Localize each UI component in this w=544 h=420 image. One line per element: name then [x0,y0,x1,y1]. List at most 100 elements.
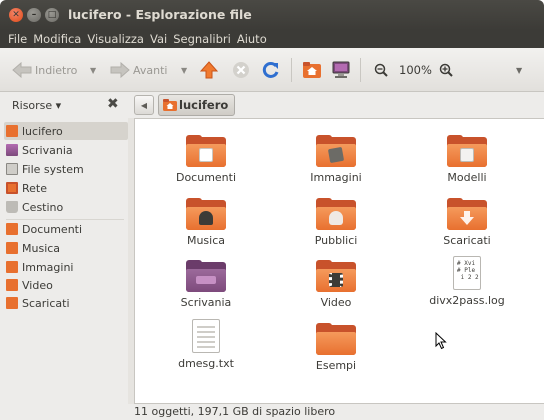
chevron-down-icon: ▼ [90,65,97,75]
toolbar-separator [291,58,292,82]
sidepane-header: Risorse ▾ ✖ [0,92,130,118]
sidepane-selector[interactable]: Risorse ▾ [12,99,61,112]
close-icon: ✕ [12,9,20,20]
file-item-musica[interactable]: Musica [160,198,252,247]
maximize-window-button[interactable]: □ [45,8,59,22]
sidebar-item-label: Documenti [22,222,83,236]
computer-button[interactable] [331,60,351,80]
sidebar-item-label: Scaricati [22,296,70,310]
file-item-esempi[interactable]: Esempi [290,323,382,372]
path-left-button[interactable]: ◀ [134,95,154,115]
documents-folder-icon [186,135,226,167]
video-folder-icon [316,260,356,292]
menu-bar: File Modifica Visualizza Vai Segnalibri … [0,30,544,48]
sidebar-item-documenti[interactable]: Documenti [6,220,82,238]
menu-vai[interactable]: Vai [150,32,167,46]
file-item-divx2pass-log[interactable]: # Xvi # Ple i 2 2 divx2pass.log [421,256,513,307]
desktop-icon [6,144,18,156]
stop-button[interactable] [232,60,250,80]
home-folder-icon [303,62,321,78]
sidebar-item-lucifero[interactable]: lucifero [4,122,128,140]
text-file-icon [192,319,220,353]
sidebar-item-file-system[interactable]: File system [6,160,84,178]
home-folder-icon [6,125,18,137]
sidebar-item-cestino[interactable]: Cestino [6,198,63,216]
downloads-folder-icon [447,198,487,230]
menu-segnalibri[interactable]: Segnalibri [173,32,231,46]
file-item-label: Modelli [447,171,487,184]
minimize-window-button[interactable]: – [27,8,41,22]
menu-visualizza[interactable]: Visualizza [87,32,144,46]
toolbar-overflow-dropdown[interactable]: ▼ [516,60,522,80]
forward-label: Avanti [133,63,168,77]
pictures-folder-icon [316,135,356,167]
music-folder-icon [186,198,226,230]
harddisk-icon [6,163,18,175]
reload-icon [262,61,279,78]
sidebar-item-label: Scrivania [22,143,73,157]
title-bar: ✕ – □ lucifero - Esplorazione file [0,0,544,30]
toolbar: Indietro ▼ Avanti ▼ 100% ▼ [0,48,544,92]
sidebar-item-musica[interactable]: Musica [6,239,60,257]
sidebar-item-scrivania[interactable]: Scrivania [6,141,73,159]
close-sidepane-icon[interactable]: ✖ [107,96,119,112]
menu-file[interactable]: File [8,32,27,46]
sidebar-item-label: Musica [22,241,61,255]
file-item-label: divx2pass.log [429,294,505,307]
back-history-dropdown[interactable]: ▼ [90,60,96,80]
home-button[interactable] [302,60,322,80]
sidebar-item-label: Immagini [22,260,74,274]
file-item-documenti[interactable]: Documenti [160,135,252,184]
file-item-video[interactable]: Video [290,260,382,309]
sidebar-item-scaricati[interactable]: Scaricati [6,294,70,312]
reload-button[interactable] [262,60,280,80]
toolbar-separator [360,58,361,82]
file-item-label: Scaricati [443,234,491,247]
breadcrumb-home[interactable]: lucifero [158,94,236,116]
forward-button[interactable]: Avanti [110,60,167,80]
desktop-folder-icon [186,260,226,292]
chevron-down-icon: ▼ [516,65,523,75]
trash-icon [6,201,18,213]
file-item-modelli[interactable]: Modelli [421,135,513,184]
close-window-button[interactable]: ✕ [9,8,23,22]
file-preview-text: # Xvi # Ple i 2 2 [457,260,479,281]
up-arrow-icon [200,61,218,79]
status-bar: 11 oggetti, 197,1 GB di spazio libero [0,404,544,420]
triangle-left-icon: ◀ [140,100,148,110]
zoom-out-button[interactable] [374,60,388,80]
file-item-pubblici[interactable]: Pubblici [290,198,382,247]
file-manager-window: ✕ – □ lucifero - Esplorazione file File … [0,0,544,420]
pictures-folder-icon [6,261,18,273]
templates-folder-icon [447,135,487,167]
computer-icon [332,61,350,78]
sidebar-item-label: lucifero [22,124,63,138]
zoom-level[interactable]: 100% [399,60,432,80]
sidebar-item-label: File system [22,162,84,176]
sidebar-item-video[interactable]: Video [6,276,53,294]
menu-modifica[interactable]: Modifica [33,32,81,46]
file-item-scaricati[interactable]: Scaricati [421,198,513,247]
chevron-down-icon: ▼ [181,65,188,75]
zoom-in-button[interactable] [439,60,453,80]
minimize-icon: – [31,9,37,20]
sidebar-item-label: Rete [22,181,47,195]
file-item-dmesg-txt[interactable]: dmesg.txt [160,319,252,370]
file-item-label: Immagini [310,171,362,184]
menu-aiuto[interactable]: Aiuto [237,32,267,46]
forward-history-dropdown[interactable]: ▼ [181,60,187,80]
back-arrow-icon [12,62,32,78]
up-button[interactable] [200,60,218,80]
file-item-immagini[interactable]: Immagini [290,135,382,184]
file-item-scrivania[interactable]: Scrivania [160,260,252,309]
file-item-label: Documenti [175,171,237,184]
back-button[interactable]: Indietro [12,60,77,80]
stop-icon [233,62,249,78]
home-folder-icon [163,99,177,111]
sidebar-item-rete[interactable]: Rete [6,179,47,197]
icon-view[interactable]: Documenti Immagini Modelli Musica Pubbli… [134,118,544,404]
sidebar-item-label: Video [22,278,53,292]
documents-folder-icon [6,223,18,235]
mouse-pointer-icon [435,332,447,350]
sidebar-item-immagini[interactable]: Immagini [6,258,73,276]
